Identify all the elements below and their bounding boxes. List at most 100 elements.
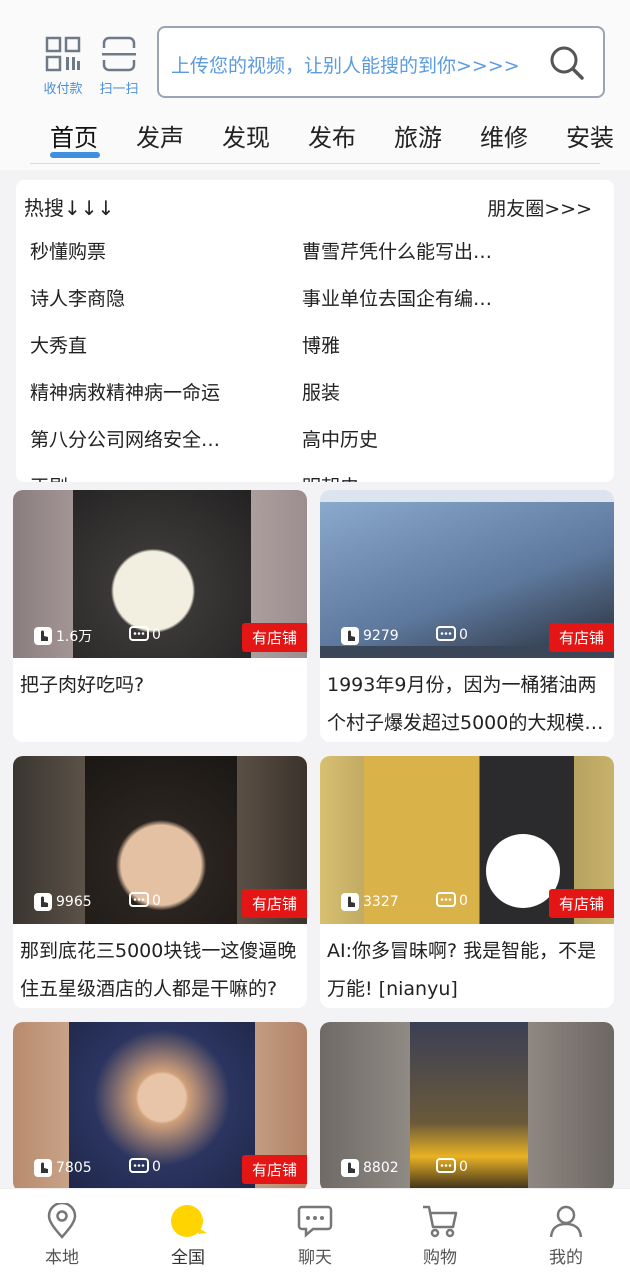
bottom-nav: 本地 全国 聊天 购物 我的 (0, 1188, 630, 1280)
like-count: 1.6万 (56, 629, 93, 645)
nav-label: 购物 (423, 1248, 457, 1268)
search-icon[interactable] (549, 45, 585, 81)
hand-pointer-icon (341, 627, 359, 645)
comment-count: 0 (152, 627, 161, 643)
video-thumbnail[interactable]: 3327 0 有店铺 (320, 756, 614, 924)
comment-stat: 0 (129, 1158, 161, 1176)
video-title[interactable]: 1993年9月份，因为一桶猪油两个村子爆发超过5000的大规模持… (327, 666, 609, 742)
nav-label: 我的 (549, 1248, 583, 1268)
nav-me[interactable]: 我的 (526, 1203, 606, 1268)
hot-item[interactable]: 正剧 (30, 472, 300, 482)
hand-pointer-icon (341, 1159, 359, 1177)
hot-item[interactable]: 大秀直 (30, 331, 300, 358)
tabs-divider (30, 163, 600, 164)
comment-icon (129, 1158, 149, 1173)
hand-pointer-icon (34, 627, 52, 645)
tab-voice[interactable]: 发声 (136, 118, 184, 153)
video-card[interactable]: 8802 0 (320, 1022, 614, 1192)
video-title[interactable]: AI:你多冒昧啊? 我是智能，不是万能! [nianyu] (327, 932, 609, 1008)
scan-icon (102, 36, 136, 72)
shopping-cart-icon (423, 1205, 458, 1238)
comment-stat: 0 (129, 892, 161, 910)
pay-label: 收付款 (43, 82, 83, 97)
hand-pointer-icon (341, 893, 359, 911)
comment-count: 0 (459, 1159, 468, 1175)
video-card[interactable]: 1.6万 0 有店铺 把子肉好吃吗? (13, 490, 307, 742)
like-count: 9965 (56, 894, 92, 910)
tab-install[interactable]: 安装 (566, 118, 614, 153)
like-stat: 7805 (33, 1158, 92, 1178)
nav-label: 本地 (45, 1248, 79, 1268)
search-input[interactable]: 上传您的视频，让别人能搜的到你>>>> (171, 51, 520, 78)
video-card[interactable]: 3327 0 有店铺 AI:你多冒昧啊? 我是智能，不是万能! [nianyu] (320, 756, 614, 1008)
tab-home[interactable]: 首页 (50, 118, 98, 153)
like-count: 7805 (56, 1160, 92, 1176)
hot-item[interactable]: 博雅 (302, 331, 572, 358)
scan-button[interactable]: 扫一扫 (94, 36, 144, 97)
tab-publish[interactable]: 发布 (308, 118, 356, 153)
video-card[interactable]: 7805 0 有店铺 (13, 1022, 307, 1192)
comment-stat: 0 (436, 1158, 468, 1176)
comment-count: 0 (152, 1159, 161, 1175)
nav-national[interactable]: 全国 (148, 1203, 228, 1268)
comment-stat: 0 (436, 892, 468, 910)
hot-item[interactable]: 第八分公司网络安全… (30, 425, 300, 452)
user-icon (549, 1205, 583, 1238)
comment-icon (129, 626, 149, 641)
video-title[interactable]: 把子肉好吃吗? (20, 666, 302, 704)
scan-label: 扫一扫 (99, 82, 139, 97)
location-pin-icon (47, 1203, 77, 1239)
video-thumbnail[interactable]: 8802 0 (320, 1022, 614, 1190)
hot-item[interactable]: 精神病救精神病一命运 (30, 378, 300, 405)
nav-chat[interactable]: 聊天 (275, 1203, 355, 1268)
like-count: 3327 (363, 894, 399, 910)
video-thumbnail[interactable]: 7805 0 有店铺 (13, 1022, 307, 1190)
like-count: 9279 (363, 628, 399, 644)
video-thumbnail[interactable]: 9965 0 有店铺 (13, 756, 307, 924)
pay-button[interactable]: 收付款 (38, 36, 88, 97)
hot-item[interactable]: 诗人李商隐 (30, 284, 300, 311)
comment-count: 0 (459, 893, 468, 909)
shop-badge[interactable]: 有店铺 (241, 889, 307, 918)
nav-shopping[interactable]: 购物 (400, 1203, 480, 1268)
like-stat: 1.6万 (33, 626, 92, 646)
video-title[interactable]: 那到底花三5000块钱一这傻逼晚住五星级酒店的人都是干嘛的? (20, 932, 302, 1008)
like-stat: 8802 (340, 1158, 399, 1178)
comment-icon (129, 892, 149, 907)
comment-count: 0 (152, 893, 161, 909)
video-thumbnail[interactable]: 9279 0 有店铺 (320, 490, 614, 658)
hot-search-title: 热搜↓↓↓ (24, 196, 115, 220)
shop-badge[interactable]: 有店铺 (548, 623, 614, 652)
like-stat: 3327 (340, 892, 399, 912)
hot-item[interactable]: 明朝史 (302, 472, 572, 482)
moments-link[interactable]: 朋友圈>>> (487, 194, 592, 221)
comment-icon (436, 1158, 456, 1173)
tab-travel[interactable]: 旅游 (394, 118, 442, 153)
like-stat: 9965 (33, 892, 92, 912)
tab-repair[interactable]: 维修 (480, 118, 528, 153)
hot-item[interactable]: 秒懂购票 (30, 237, 300, 264)
comment-icon (436, 626, 456, 641)
hot-item[interactable]: 高中历史 (302, 425, 572, 452)
hand-pointer-icon (34, 893, 52, 911)
nav-local[interactable]: 本地 (22, 1203, 102, 1268)
search-box[interactable]: 上传您的视频，让别人能搜的到你>>>> (157, 26, 605, 98)
video-card[interactable]: 9965 0 有店铺 那到底花三5000块钱一这傻逼晚住五星级酒店的人都是干嘛的… (13, 756, 307, 1008)
shop-badge[interactable]: 有店铺 (548, 889, 614, 918)
video-thumbnail[interactable]: 1.6万 0 有店铺 (13, 490, 307, 658)
tab-discover[interactable]: 发现 (222, 118, 270, 153)
comment-icon (436, 892, 456, 907)
hot-search-panel: 热搜↓↓↓ 朋友圈>>> 秒懂购票 诗人李商隐 大秀直 精神病救精神病一命运 第… (16, 180, 614, 482)
nav-label: 聊天 (298, 1248, 332, 1268)
active-tab-indicator (50, 152, 100, 158)
like-count: 8802 (363, 1160, 399, 1176)
shop-badge[interactable]: 有店铺 (241, 1155, 307, 1184)
shop-badge[interactable]: 有店铺 (241, 623, 307, 652)
hot-item[interactable]: 事业单位去国企有编… (302, 284, 572, 311)
chat-icon (297, 1205, 333, 1238)
video-card[interactable]: 9279 0 有店铺 1993年9月份，因为一桶猪油两个村子爆发超过5000的大… (320, 490, 614, 742)
hand-pointer-icon (34, 1159, 52, 1177)
comment-stat: 0 (436, 626, 468, 644)
hot-item[interactable]: 曹雪芹凭什么能写出… (302, 237, 572, 264)
hot-item[interactable]: 服装 (302, 378, 572, 405)
